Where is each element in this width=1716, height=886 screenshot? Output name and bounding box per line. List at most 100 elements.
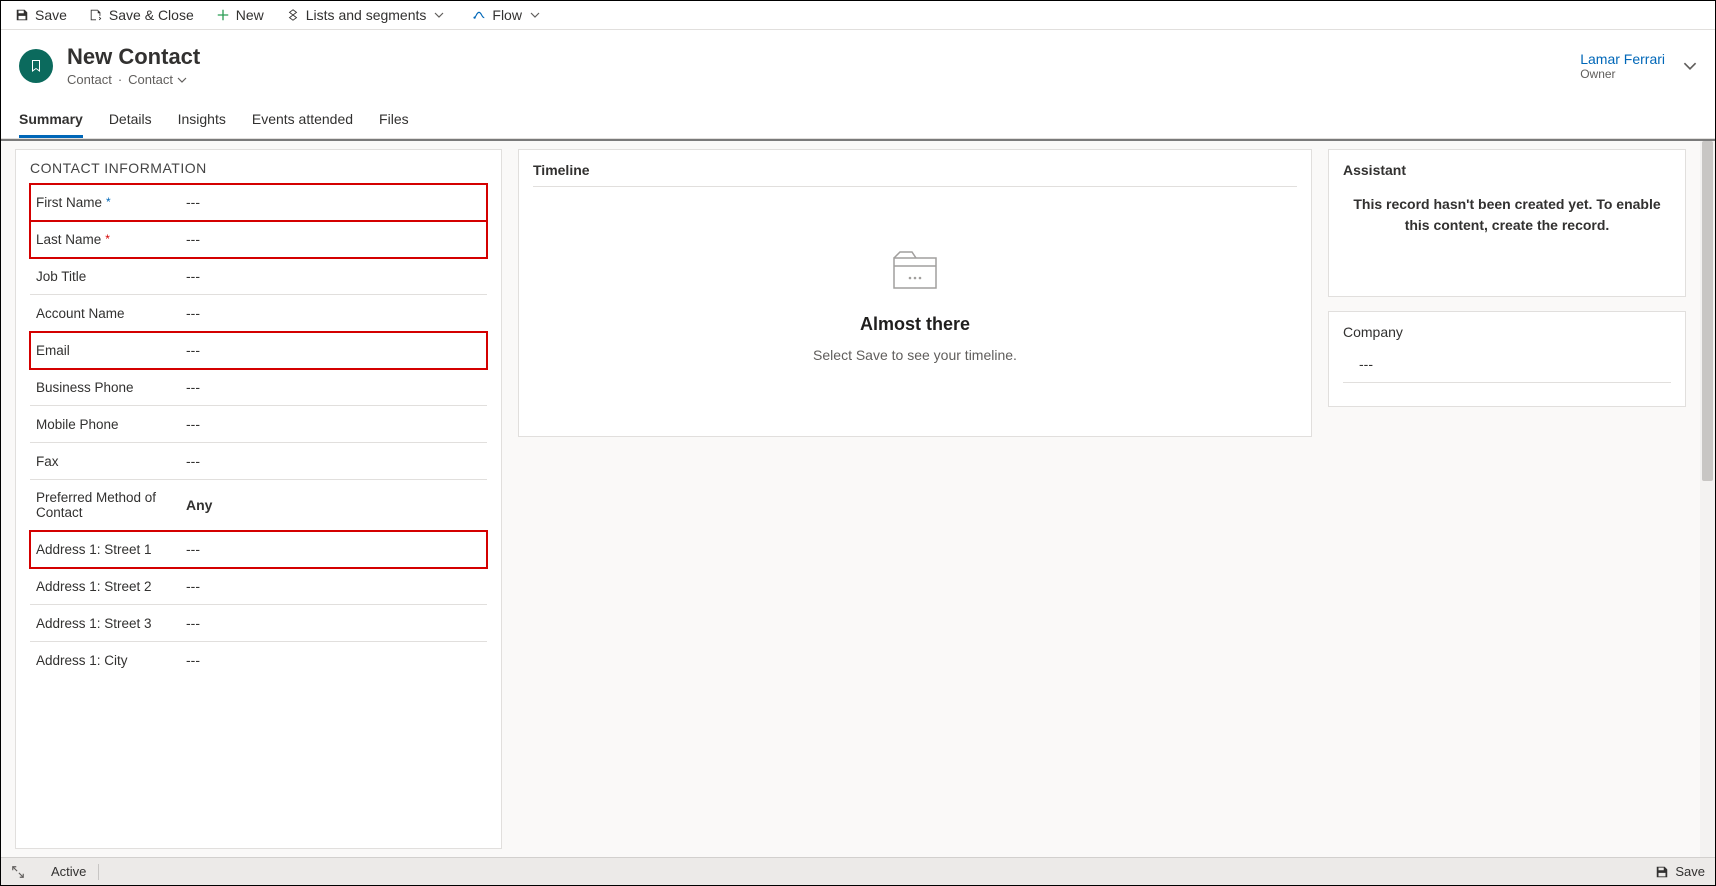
label: Address 1: Street 1 — [36, 542, 152, 557]
label: Address 1: Street 3 — [36, 616, 152, 631]
entity-label: Contact — [67, 72, 112, 87]
vertical-scrollbar[interactable] — [1700, 141, 1715, 857]
owner-name: Lamar Ferrari — [1580, 51, 1665, 67]
status-text: Active — [51, 864, 86, 879]
value: --- — [186, 652, 481, 668]
tabs: Summary Details Insights Events attended… — [1, 97, 1715, 139]
save-label: Save — [35, 7, 67, 23]
separator: · — [118, 72, 122, 87]
timeline-empty: Almost there Select Save to see your tim… — [533, 187, 1297, 424]
chevron-down-icon — [177, 75, 187, 85]
record-header: New Contact Contact · Contact Lamar Ferr… — [1, 30, 1715, 97]
company-card: Company --- — [1328, 311, 1686, 407]
required-indicator: * — [105, 232, 110, 246]
expand-icon — [11, 865, 25, 879]
save-button[interactable]: Save — [15, 7, 67, 23]
field-fax[interactable]: Fax --- — [30, 443, 487, 480]
save-close-icon — [89, 8, 103, 22]
label: Address 1: City — [36, 653, 128, 668]
field-last-name[interactable]: Last Name * --- — [30, 221, 487, 258]
flow-button[interactable]: Flow — [472, 7, 546, 23]
assistant-message: This record hasn't been created yet. To … — [1343, 194, 1671, 236]
timeline-title: Timeline — [533, 162, 1297, 187]
field-email[interactable]: Email --- — [30, 332, 487, 369]
contact-info-section: CONTACT INFORMATION First Name * --- Last… — [15, 149, 502, 849]
label: Preferred Method of Contact — [36, 490, 186, 520]
field-account-name[interactable]: Account Name --- — [30, 295, 487, 332]
timeline-card: Timeline Almost there Select Save to see… — [518, 149, 1312, 437]
lists-segments-label: Lists and segments — [306, 7, 427, 23]
expand-button[interactable] — [11, 865, 25, 879]
save-close-button[interactable]: Save & Close — [89, 7, 194, 23]
owner-role: Owner — [1580, 67, 1665, 81]
form-name: Contact — [128, 72, 173, 87]
tab-events-attended[interactable]: Events attended — [252, 103, 353, 138]
section-title: CONTACT INFORMATION — [30, 160, 487, 176]
label: Mobile Phone — [36, 417, 119, 432]
page-title: New Contact — [67, 44, 200, 70]
breadcrumb[interactable]: Contact · Contact — [67, 72, 200, 87]
field-address1-street1[interactable]: Address 1: Street 1 --- — [30, 531, 487, 568]
field-address1-street2[interactable]: Address 1: Street 2 --- — [30, 568, 487, 605]
chevron-down-icon[interactable] — [1683, 59, 1697, 73]
value: --- — [186, 416, 481, 432]
owner-block[interactable]: Lamar Ferrari Owner — [1580, 51, 1665, 81]
company-value: --- — [1359, 356, 1373, 372]
tab-files[interactable]: Files — [379, 103, 409, 138]
tab-insights[interactable]: Insights — [178, 103, 226, 138]
required-indicator: * — [106, 195, 111, 209]
field-first-name[interactable]: First Name * --- — [30, 184, 487, 221]
value: --- — [186, 578, 481, 594]
label: Email — [36, 343, 70, 358]
company-field[interactable]: --- — [1343, 350, 1671, 383]
chevron-down-icon — [530, 10, 540, 20]
label: Address 1: Street 2 — [36, 579, 152, 594]
value: Any — [186, 497, 481, 513]
assistant-title: Assistant — [1343, 162, 1671, 178]
bookmark-icon — [28, 58, 44, 74]
value: --- — [186, 342, 481, 358]
tab-summary[interactable]: Summary — [19, 103, 83, 138]
label: First Name — [36, 195, 102, 210]
segments-icon — [286, 8, 300, 22]
field-address1-street3[interactable]: Address 1: Street 3 --- — [30, 605, 487, 642]
value: --- — [186, 305, 481, 321]
assistant-card: Assistant This record hasn't been create… — [1328, 149, 1686, 297]
timeline-message: Select Save to see your timeline. — [813, 347, 1017, 363]
command-bar: Save Save & Close New Lists and segments… — [1, 1, 1715, 30]
field-address1-city[interactable]: Address 1: City --- — [30, 642, 487, 678]
label: Last Name — [36, 232, 101, 247]
company-label: Company — [1343, 324, 1671, 340]
value: --- — [186, 231, 481, 247]
value: --- — [186, 615, 481, 631]
plus-icon — [216, 8, 230, 22]
field-business-phone[interactable]: Business Phone --- — [30, 369, 487, 406]
field-job-title[interactable]: Job Title --- — [30, 258, 487, 295]
avatar — [19, 49, 53, 83]
lists-segments-button[interactable]: Lists and segments — [286, 7, 451, 23]
value: --- — [186, 194, 481, 210]
middle-column: Timeline Almost there Select Save to see… — [518, 149, 1312, 849]
chevron-down-icon — [434, 10, 444, 20]
folder-icon — [888, 248, 942, 296]
label: Business Phone — [36, 380, 134, 395]
value: --- — [186, 379, 481, 395]
new-button[interactable]: New — [216, 7, 264, 23]
value: --- — [186, 541, 481, 557]
value: --- — [186, 453, 481, 469]
scroll-wrap: CONTACT INFORMATION First Name * --- Last… — [1, 141, 1700, 857]
value: --- — [186, 268, 481, 284]
timeline-heading: Almost there — [860, 314, 970, 335]
label: Fax — [36, 454, 59, 469]
save-icon — [1655, 865, 1669, 879]
scrollbar-thumb[interactable] — [1702, 141, 1713, 481]
statusbar-save-button[interactable]: Save — [1655, 864, 1705, 879]
statusbar-save-label: Save — [1675, 864, 1705, 879]
field-mobile-phone[interactable]: Mobile Phone --- — [30, 406, 487, 443]
flow-icon — [472, 8, 486, 22]
flow-label: Flow — [492, 7, 522, 23]
field-preferred-method[interactable]: Preferred Method of Contact Any — [30, 480, 487, 531]
divider — [98, 864, 99, 880]
tab-details[interactable]: Details — [109, 103, 152, 138]
status-bar: Active Save — [1, 857, 1715, 885]
